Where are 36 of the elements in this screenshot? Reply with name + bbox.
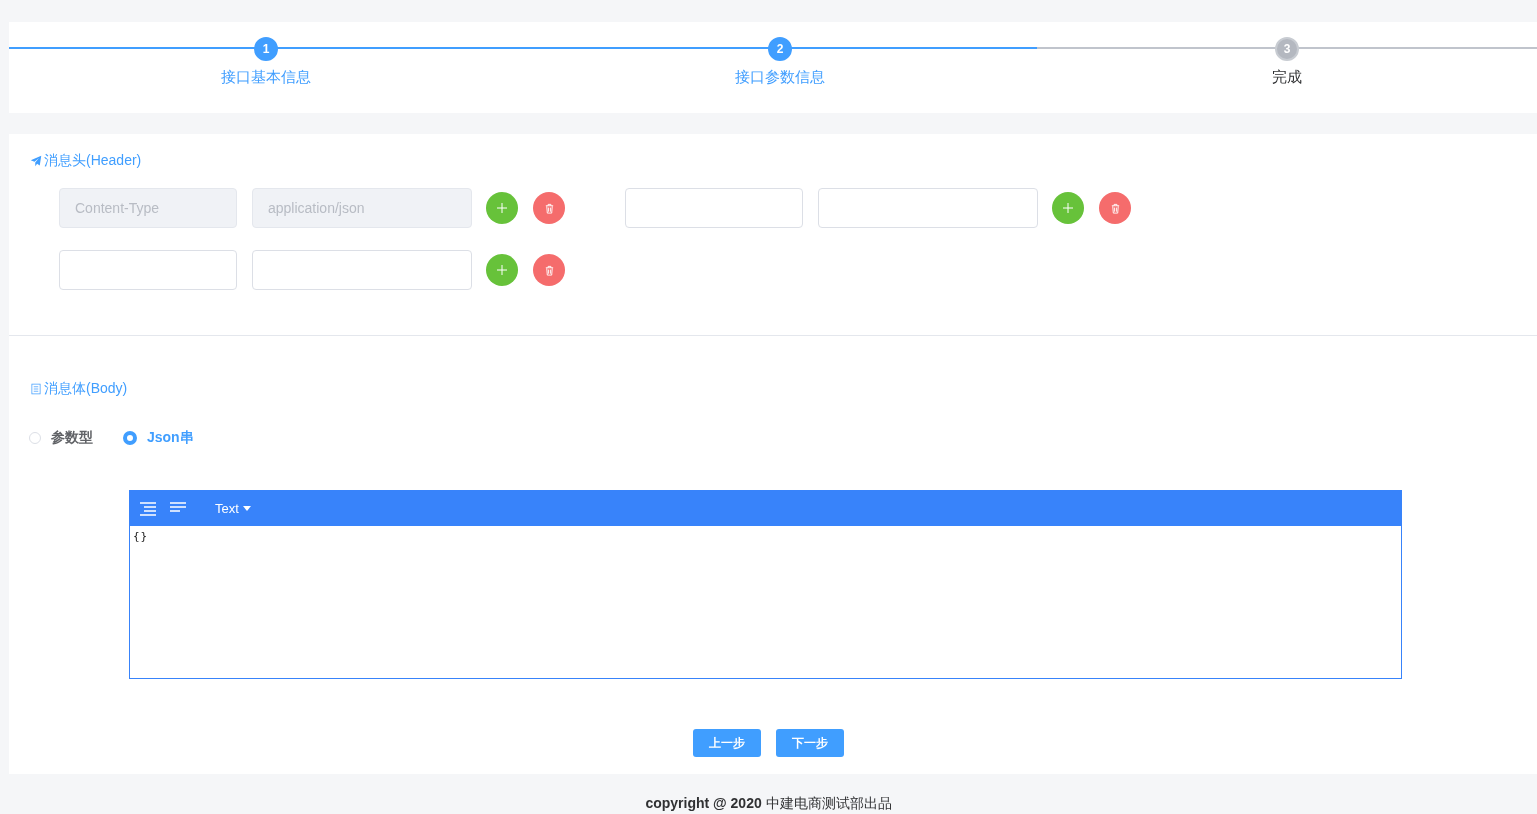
step-label: 接口基本信息	[221, 68, 311, 87]
plus-icon	[496, 264, 508, 276]
section-title: 消息体(Body)	[44, 380, 128, 398]
header-value-field[interactable]	[252, 250, 472, 290]
section-title: 消息头(Header)	[44, 152, 142, 170]
code-text[interactable]: {}	[130, 526, 1401, 547]
step-number: 1	[254, 37, 278, 61]
step-number: 2	[768, 37, 792, 61]
plus-icon	[1062, 202, 1074, 214]
header-value-field[interactable]	[818, 188, 1038, 228]
trash-icon	[1109, 202, 1121, 214]
paper-plane-icon	[30, 155, 42, 167]
add-button[interactable]	[486, 254, 518, 286]
step-button[interactable]: 下一步	[776, 729, 844, 757]
format-icon[interactable]	[139, 500, 157, 517]
trash-icon	[543, 202, 555, 214]
delete-button[interactable]	[1099, 192, 1131, 224]
step-label: 完成	[1272, 68, 1302, 87]
add-button[interactable]	[1052, 192, 1084, 224]
delete-button[interactable]	[533, 192, 565, 224]
step-number: 3	[1275, 37, 1299, 61]
radio-label[interactable]: Json串	[147, 429, 194, 447]
add-button[interactable]	[486, 192, 518, 224]
document-icon	[30, 383, 42, 395]
header-key-field[interactable]	[59, 250, 237, 290]
header-key-field[interactable]	[625, 188, 803, 228]
copyright-text: copyright @ 2020 中建电商测试部出品	[645, 795, 892, 811]
plus-icon	[496, 202, 508, 214]
delete-button[interactable]	[533, 254, 565, 286]
radio-label[interactable]: 参数型	[51, 429, 93, 447]
mode-dropdown[interactable]: Text	[209, 500, 257, 517]
radio-button[interactable]	[123, 431, 137, 445]
caret-icon	[242, 506, 251, 511]
step-label: 接口参数信息	[735, 68, 825, 87]
step-button[interactable]: 上一步	[693, 729, 761, 757]
trash-icon	[543, 264, 555, 276]
